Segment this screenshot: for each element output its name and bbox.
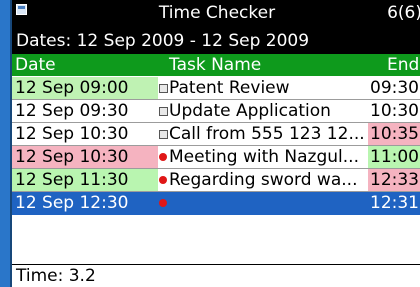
row-task-name: Meeting with Nazgul... (169, 147, 359, 167)
row-task (158, 192, 420, 214)
table-row[interactable]: 12 Sep 09:00 09:30 Patent Review (12, 77, 420, 100)
row-date: 12 Sep 12:30 (15, 193, 129, 213)
task-icon (158, 100, 169, 122)
status-bar: Time: 3.2 (12, 264, 420, 287)
row-task-name: Regarding sword wa... (169, 170, 358, 190)
row-date: 12 Sep 09:30 (12, 100, 158, 122)
row-task-name: Call from 555 123 12... (169, 124, 365, 144)
task-icon (158, 123, 169, 145)
title-bar: Time Checker 6(6) Dates: 12 Sep 2009 - 1… (12, 0, 420, 54)
table-row[interactable]: 12 Sep 09:30 10:30 Update Application (12, 100, 420, 123)
row-date: 12 Sep 09:00 (12, 77, 158, 99)
device-screen: Time Checker 6(6) Dates: 12 Sep 2009 - 1… (10, 0, 420, 287)
column-task-name[interactable]: Task Name (169, 54, 261, 76)
table-row[interactable]: 12 Sep 10:30 11:00 Meeting with Nazgul... (12, 146, 420, 169)
appointment-dot-icon (158, 192, 169, 214)
column-end[interactable]: End (387, 54, 419, 76)
date-range: Dates: 12 Sep 2009 - 12 Sep 2009 (16, 31, 310, 51)
row-task: Patent Review (158, 77, 420, 99)
row-task: Call from 555 123 12... (158, 123, 420, 145)
row-date: 12 Sep 11:30 (12, 169, 158, 191)
task-list: 12 Sep 09:00 09:30 Patent Review 12 Sep 09:… (12, 77, 420, 215)
row-task: Meeting with Nazgul... (158, 146, 420, 168)
table-row[interactable]: 12 Sep 12:30 12:31 (12, 192, 420, 215)
column-date[interactable]: Date (15, 54, 56, 76)
row-date: 12 Sep 10:30 (12, 146, 158, 168)
row-task: Regarding sword wa... (158, 169, 420, 191)
item-count: 6(6) (387, 3, 420, 23)
table-row[interactable]: 12 Sep 10:30 10:35 Call from 555 123 12... (12, 123, 420, 146)
column-header: Date Task Name End (12, 54, 420, 76)
appointment-dot-icon (158, 169, 169, 191)
row-task: Update Application (158, 100, 420, 122)
table-row[interactable]: 12 Sep 11:30 12:33 Regarding sword wa... (12, 169, 420, 192)
row-task-name: Update Application (169, 101, 331, 121)
row-task-name: Patent Review (169, 78, 290, 98)
task-icon (158, 77, 169, 99)
app-title: Time Checker (158, 3, 276, 23)
row-date: 12 Sep 10:30 (12, 123, 158, 145)
appointment-dot-icon (158, 146, 169, 168)
